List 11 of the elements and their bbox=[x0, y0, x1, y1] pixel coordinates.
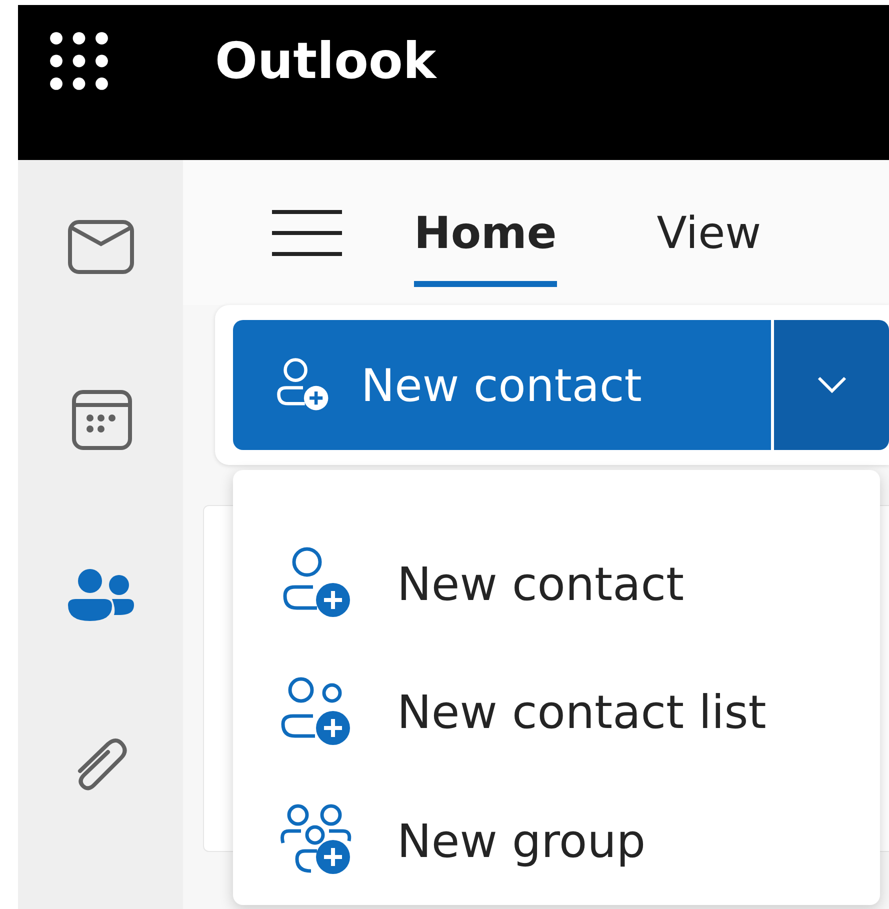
app-title: Outlook bbox=[215, 31, 436, 92]
menu-item[interactable]: New contact bbox=[233, 520, 880, 648]
ribbon-tab[interactable]: View bbox=[656, 178, 762, 287]
new-contact-button[interactable]: New contact bbox=[233, 320, 771, 450]
chevron-down-icon bbox=[816, 376, 846, 394]
menu-item[interactable]: New contact list bbox=[233, 648, 880, 777]
menu-icon[interactable] bbox=[270, 208, 344, 258]
ribbon-tab[interactable]: Home bbox=[414, 178, 557, 287]
menu-item[interactable]: New group bbox=[233, 776, 880, 905]
person-add-icon bbox=[275, 357, 331, 413]
app-launcher-icon[interactable] bbox=[48, 30, 110, 92]
